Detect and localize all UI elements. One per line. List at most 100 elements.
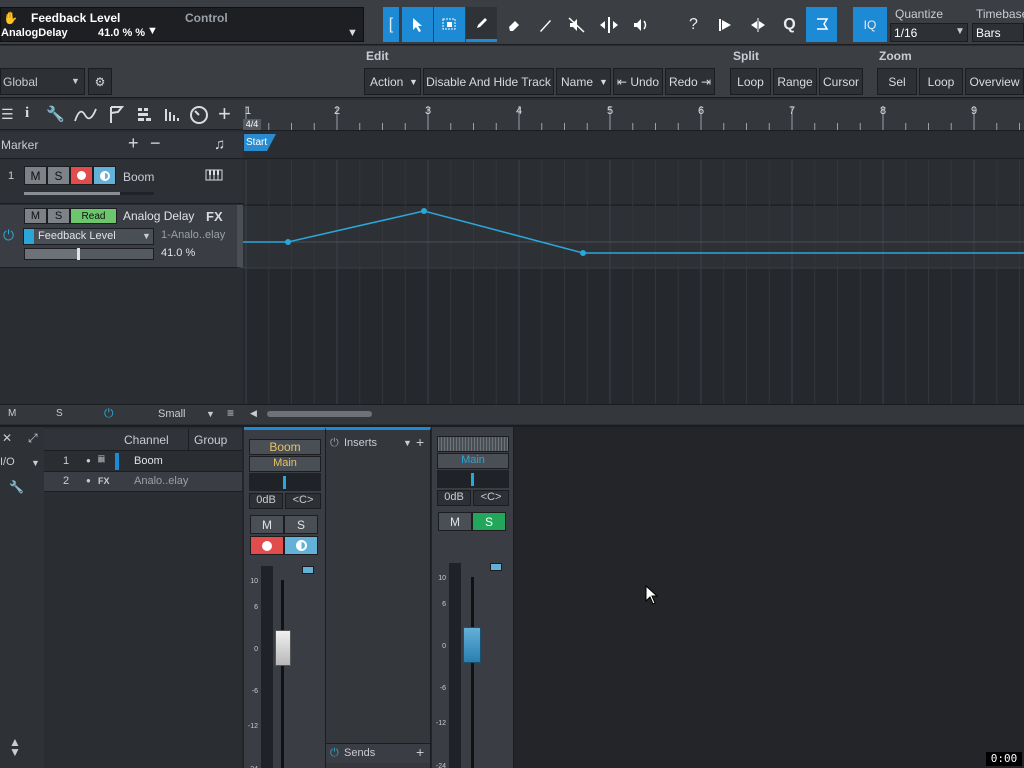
footer-mute-button[interactable]: M	[8, 408, 16, 419]
timebase-select[interactable]: Bars	[972, 23, 1024, 42]
inserts-power-icon[interactable]: ⏻	[330, 437, 339, 450]
add-track-icon[interactable]: +	[218, 101, 231, 127]
strip-mute-button[interactable]: M	[250, 515, 284, 534]
power-icon[interactable]: ⏻	[3, 227, 14, 244]
control-dropdown-icon[interactable]: ▼	[347, 27, 358, 39]
main-solo-button[interactable]: S	[472, 512, 506, 531]
io-dropdown-icon[interactable]: ▼	[31, 458, 40, 468]
split-range-button[interactable]: Range	[773, 68, 817, 95]
strip-monitor-button[interactable]	[284, 536, 318, 555]
main-volume-readout[interactable]: 0dB	[437, 490, 471, 506]
listen-tool-icon[interactable]	[625, 7, 656, 42]
main-pan-readout[interactable]: <C>	[473, 490, 509, 506]
name-button[interactable]: Name ▼	[556, 68, 611, 95]
automation-icon[interactable]	[74, 106, 98, 127]
volume-readout[interactable]: 0dB	[249, 493, 283, 509]
strip-output[interactable]: Main	[249, 456, 321, 472]
paint-tool-icon[interactable]	[530, 7, 561, 42]
redo-button[interactable]: Redo ⇥	[665, 68, 715, 95]
parameter-slider[interactable]	[24, 248, 154, 260]
quantize-q-button[interactable]: Q	[774, 7, 805, 42]
volume-fader[interactable]	[275, 630, 291, 666]
scroll-left-icon[interactable]: ◀	[250, 408, 257, 419]
inserts-dropdown-icon[interactable]: ▼	[403, 438, 412, 448]
time-signature[interactable]: 4/4	[243, 119, 261, 130]
parameter-slider-handle[interactable]	[77, 248, 81, 260]
tempo-icon[interactable]	[162, 105, 182, 128]
expand-icon[interactable]: ⤢	[28, 431, 38, 446]
sends-power-icon[interactable]: ⏻	[330, 747, 339, 760]
channel-row[interactable]: 2 ● FX Analo..elay	[44, 472, 242, 492]
forward-bounce-icon[interactable]	[710, 7, 741, 42]
global-select[interactable]: Global ▼	[0, 68, 85, 95]
record-arm-button[interactable]	[70, 166, 93, 185]
sends-add-icon[interactable]: +	[416, 744, 424, 760]
main-name[interactable]: Main	[437, 453, 509, 469]
remove-marker-button[interactable]: −	[150, 133, 161, 154]
io-label[interactable]: I/O	[0, 456, 15, 468]
strip-name[interactable]: Boom	[249, 439, 321, 455]
pencil-tool-icon[interactable]	[466, 7, 497, 42]
track-size-dropdown-icon[interactable]: ▼	[206, 409, 215, 419]
pan-readout[interactable]: <C>	[285, 493, 321, 509]
eraser-tool-icon[interactable]	[498, 7, 529, 42]
arrow-tool-icon[interactable]	[402, 7, 433, 42]
parameter-select[interactable]: Feedback Level ▼	[23, 228, 154, 245]
arrange-view[interactable]	[243, 160, 1024, 405]
automation-point[interactable]	[285, 239, 291, 245]
collapse-icon[interactable]: ✕	[2, 431, 12, 445]
pan-control[interactable]	[249, 473, 321, 491]
zoom-loop-button[interactable]: Loop	[919, 68, 963, 95]
zoom-sel-button[interactable]: Sel	[877, 68, 917, 95]
horizontal-scrollbar[interactable]	[267, 411, 372, 417]
menu-icon[interactable]: ≡	[227, 406, 234, 420]
track-row[interactable]: 1 M S Boom	[0, 160, 243, 204]
action-button[interactable]: Action ▼	[364, 68, 421, 95]
iq-button[interactable]: IQ	[853, 7, 887, 42]
footer-solo-button[interactable]: S	[56, 408, 63, 419]
info-icon[interactable]: i	[25, 105, 29, 122]
monitor-button[interactable]	[93, 166, 116, 185]
main-volume-fader[interactable]	[463, 627, 481, 663]
mixer-wrench-icon[interactable]: 🔧	[9, 480, 24, 494]
automation-point[interactable]	[580, 250, 586, 256]
split-cursor-button[interactable]: Cursor	[819, 68, 863, 95]
range-tool-icon[interactable]	[434, 7, 465, 42]
automation-lane[interactable]	[243, 160, 1024, 405]
split-loop-button[interactable]: Loop	[730, 68, 771, 95]
clock-icon[interactable]	[189, 105, 209, 128]
quantize-select[interactable]: 1/16 ▼	[890, 23, 968, 42]
resize-icon[interactable]: ▲ ▼	[9, 736, 21, 758]
timeline-ruler[interactable]: 1 2 3 4 5 6 7 8 9 4/4	[243, 100, 1024, 131]
gear-icon[interactable]: ⚙	[88, 68, 112, 95]
grid-icon[interactable]	[136, 106, 154, 127]
device-value-dropdown-icon[interactable]: ▼	[147, 25, 158, 37]
strip-solo-button[interactable]: S	[284, 515, 318, 534]
bracket-tool-icon[interactable]: [	[383, 7, 399, 42]
list-icon[interactable]: ☰	[1, 106, 14, 123]
marker-lane[interactable]: Start	[243, 132, 1024, 159]
automation-track-row[interactable]: ⏻ M S Read Analog Delay FX Feedback Leve…	[0, 205, 243, 268]
wrench-icon[interactable]: 🔧	[46, 105, 65, 123]
split-tool-icon[interactable]	[593, 7, 624, 42]
solo-button[interactable]: S	[47, 166, 70, 185]
automation-point[interactable]	[421, 208, 427, 214]
mute-button[interactable]: M	[24, 208, 47, 224]
main-pan-control[interactable]	[437, 470, 509, 488]
autoscroll-icon[interactable]	[806, 7, 837, 42]
add-marker-button[interactable]: +	[128, 133, 139, 154]
main-mute-button[interactable]: M	[438, 512, 472, 531]
inserts-add-icon[interactable]: +	[416, 434, 424, 450]
zoom-overview-button[interactable]: Overview	[965, 68, 1024, 95]
footer-power-icon[interactable]: ⏻	[104, 406, 114, 421]
mute-button[interactable]: M	[24, 166, 47, 185]
strip-record-button[interactable]	[250, 536, 284, 555]
channel-row[interactable]: 1 ● 𝄜 Boom	[44, 452, 242, 472]
help-icon[interactable]: ?	[678, 7, 709, 42]
control-display[interactable]: ✋ Feedback Level Control AnalogDelay 41.…	[0, 7, 364, 42]
automation-mode-icon[interactable]	[302, 566, 314, 574]
marker-flag-icon[interactable]	[108, 105, 126, 128]
snap-icon[interactable]	[742, 7, 773, 42]
mute-tool-icon[interactable]	[561, 7, 592, 42]
start-marker[interactable]: Start	[244, 134, 276, 151]
